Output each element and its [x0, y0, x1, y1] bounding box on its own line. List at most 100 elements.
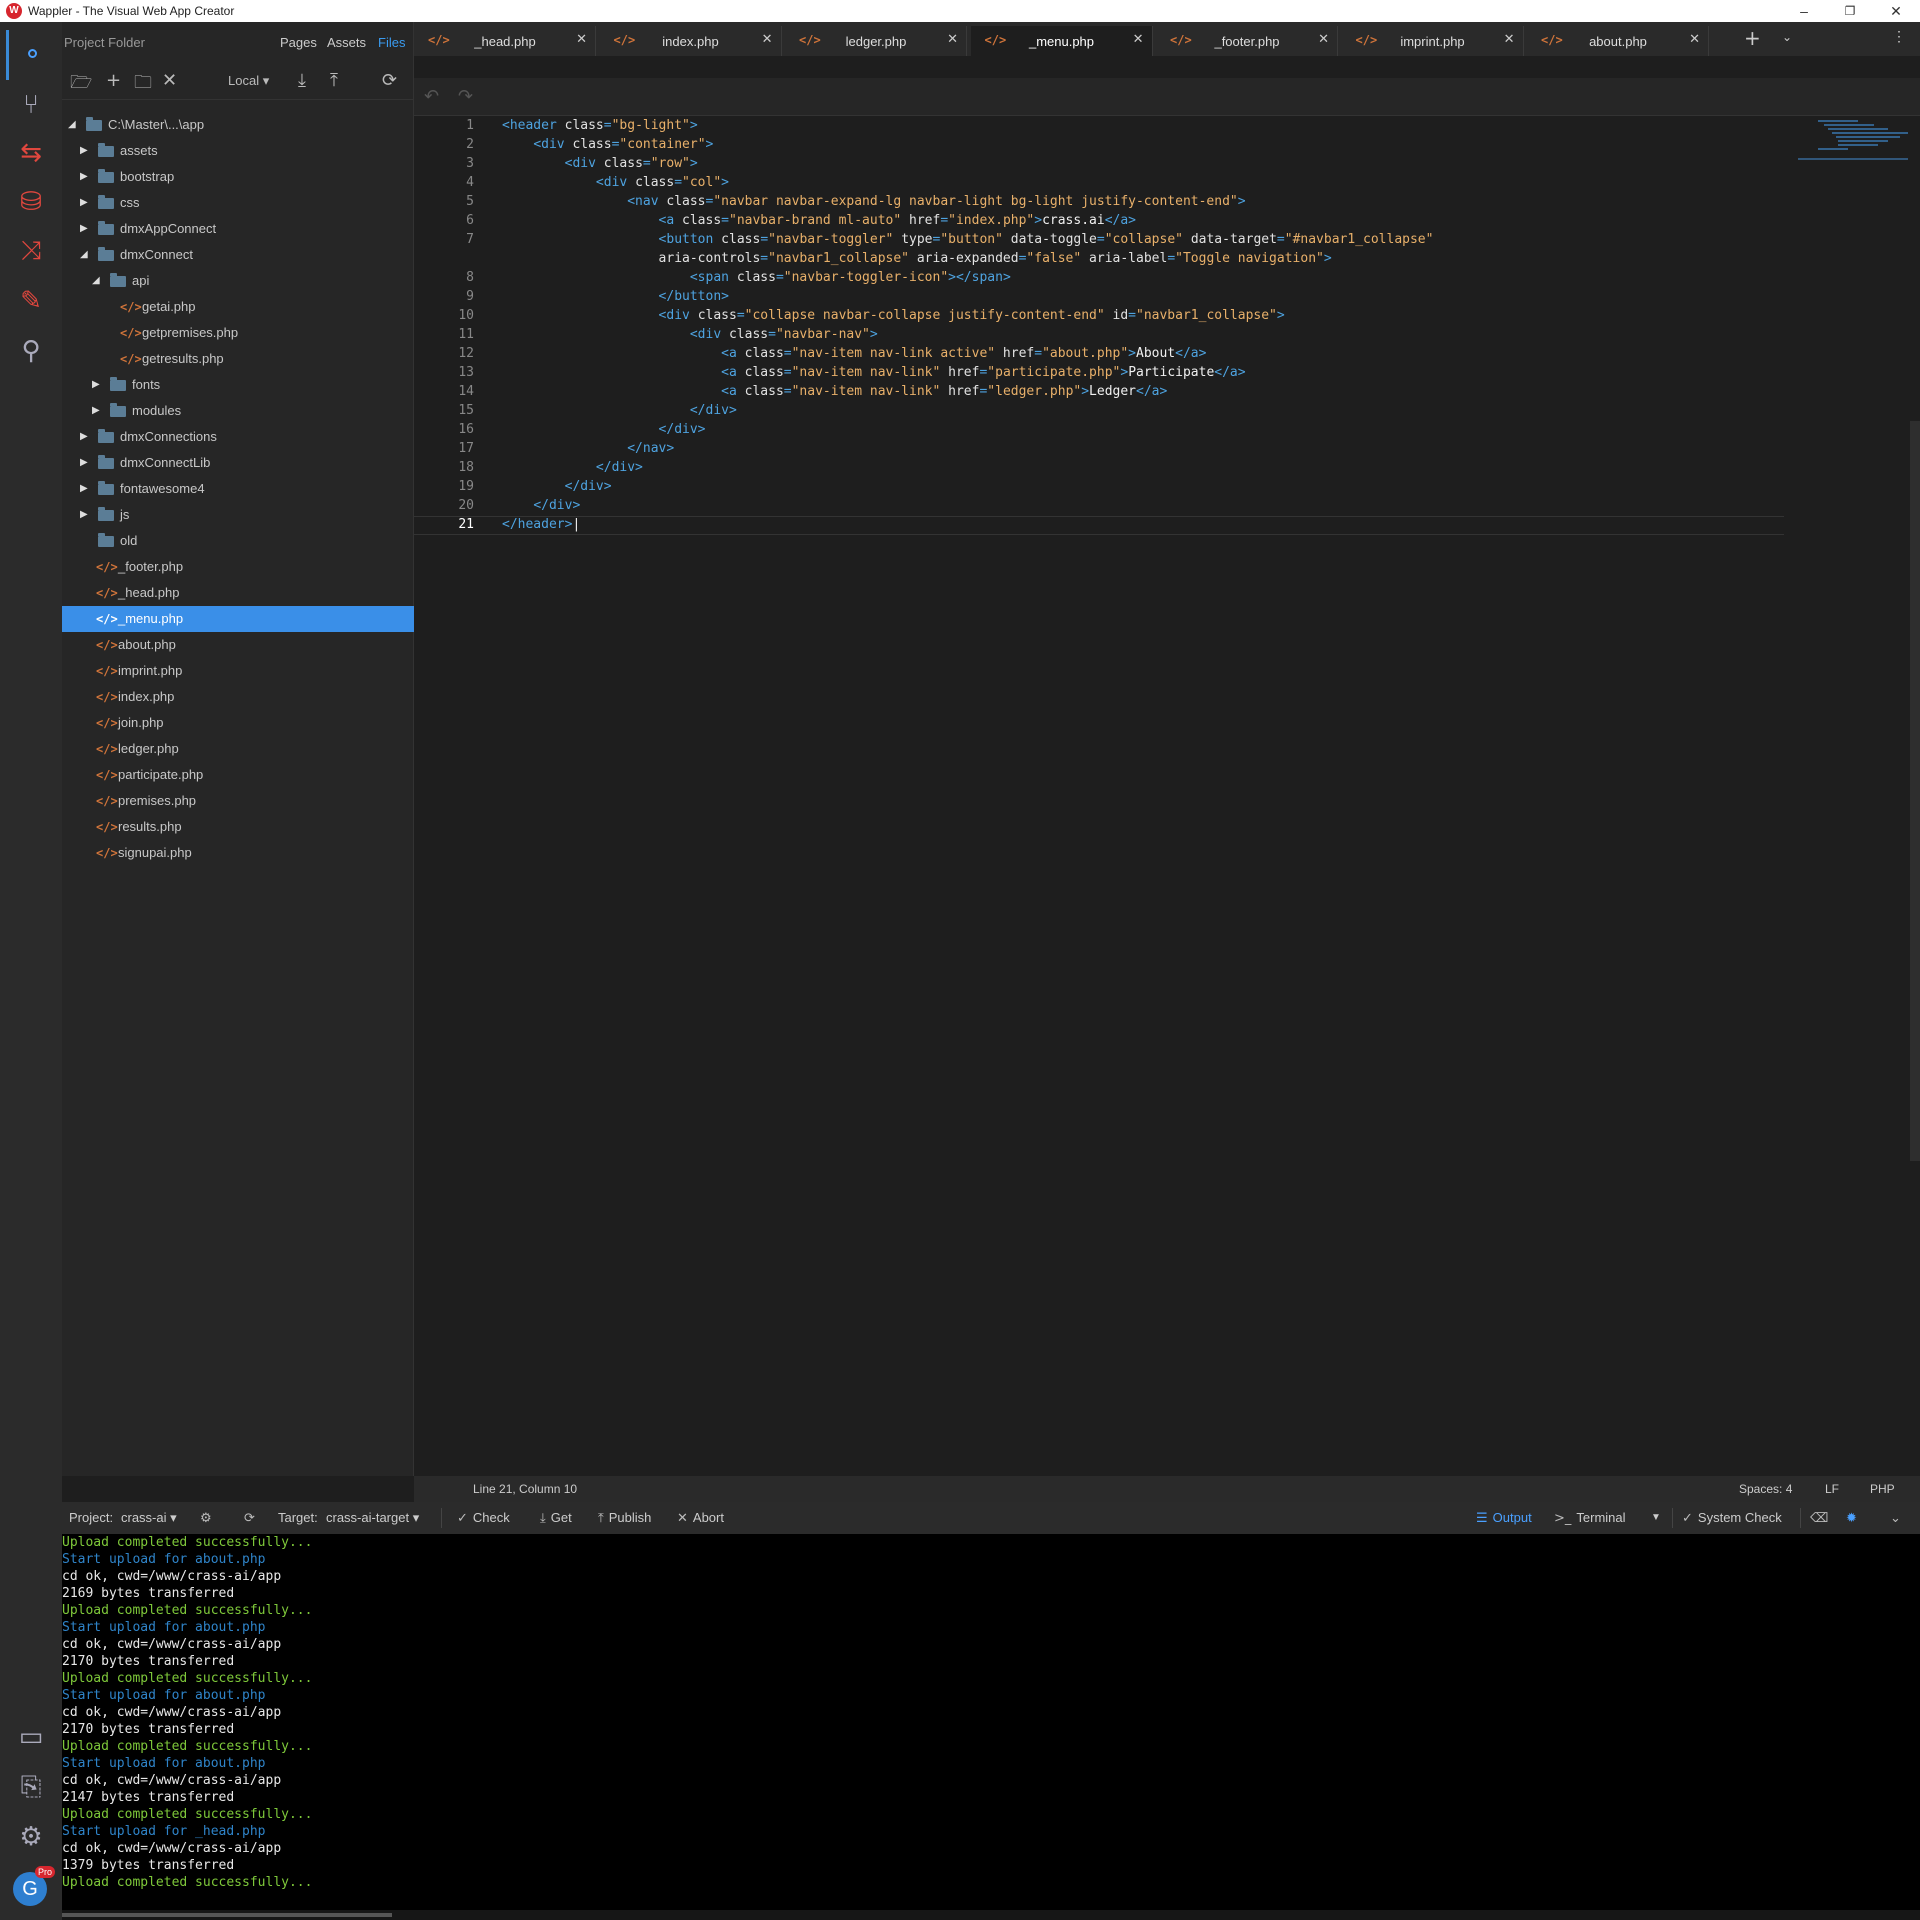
caret-right-icon[interactable]: ▶	[80, 164, 92, 190]
close-tab-icon[interactable]: ✕	[1318, 32, 1329, 47]
folder-item[interactable]: ▶ fonts	[62, 372, 414, 398]
check-button[interactable]: ✓ Check	[457, 1502, 510, 1535]
git-icon[interactable]: ⑂	[6, 80, 56, 130]
language-mode[interactable]: PHP	[1870, 1476, 1895, 1502]
more-icon[interactable]: ⋮	[1892, 28, 1906, 45]
project-settings-gear-icon[interactable]: ⚙	[200, 1502, 217, 1535]
vertical-scrollbar[interactable]	[1910, 421, 1920, 1161]
caret-right-icon[interactable]: ▶	[80, 190, 92, 216]
folder-item[interactable]: ▶ js	[62, 502, 414, 528]
editor-tab[interactable]: </> _footer.php ✕	[1156, 26, 1338, 56]
caret-right-icon[interactable]: ▶	[92, 398, 104, 424]
editor-tab[interactable]: </> index.php ✕	[600, 26, 782, 56]
indent-setting[interactable]: Spaces: 4	[1739, 1476, 1792, 1502]
file-item[interactable]: </> getpremises.php	[62, 320, 414, 346]
delete-icon[interactable]: ✕	[162, 70, 177, 91]
abort-button[interactable]: ✕ Abort	[677, 1502, 724, 1535]
tab-assets[interactable]: Assets	[327, 35, 366, 50]
search-icon[interactable]: ⚲	[6, 326, 56, 376]
folder-item[interactable]: ◢ api	[62, 268, 414, 294]
project-select[interactable]: crass-ai ▾	[121, 1502, 177, 1534]
server-icon[interactable]: ▭	[6, 1712, 56, 1762]
close-tab-icon[interactable]: ✕	[1133, 32, 1144, 47]
folder-item[interactable]: ▶ modules	[62, 398, 414, 424]
output-tab[interactable]: ☰ Output	[1476, 1502, 1532, 1535]
structure-icon[interactable]: ⚬	[6, 30, 56, 80]
folder-item[interactable]: old	[62, 528, 414, 554]
upload-icon[interactable]: ⤒	[330, 70, 338, 91]
editor-tab[interactable]: </> about.php ✕	[1527, 26, 1709, 56]
caret-down-icon[interactable]: ◢	[68, 112, 80, 138]
close-window-icon[interactable]: ✕	[1873, 0, 1919, 22]
file-item[interactable]: </> join.php	[62, 710, 414, 736]
chevron-down-icon[interactable]: ⌄	[1782, 30, 1792, 44]
publish-button[interactable]: ⤒ Publish	[598, 1502, 651, 1535]
new-folder-icon[interactable]: 🗀	[134, 70, 152, 100]
download-icon[interactable]: ⤓	[298, 70, 306, 91]
redo-icon[interactable]: ↷	[458, 86, 473, 107]
settings-gear-icon[interactable]: ⚙	[6, 1812, 56, 1862]
refresh-icon[interactable]: ⟳	[382, 70, 397, 91]
folder-item[interactable]: ▶ fontawesome4	[62, 476, 414, 502]
file-item[interactable]: </> imprint.php	[62, 658, 414, 684]
folder-item[interactable]: ◢ dmxConnect	[62, 242, 414, 268]
file-item[interactable]: </> signupai.php	[62, 840, 414, 866]
editor-tab[interactable]: </> imprint.php ✕	[1342, 26, 1524, 56]
system-check-button[interactable]: ✓ System Check	[1682, 1502, 1782, 1535]
caret-right-icon[interactable]: ▶	[80, 476, 92, 502]
file-item[interactable]: </> _footer.php	[62, 554, 414, 580]
folder-item[interactable]: ▶ dmxConnections	[62, 424, 414, 450]
close-tab-icon[interactable]: ✕	[1504, 32, 1515, 47]
file-item[interactable]: </> _menu.php	[62, 606, 414, 632]
resources-icon[interactable]: ⎘	[6, 1762, 56, 1812]
target-select[interactable]: crass-ai-target ▾	[326, 1502, 419, 1534]
design-icon[interactable]: ✎	[6, 276, 56, 326]
editor-tab[interactable]: </> _menu.php ✕	[970, 26, 1153, 56]
file-item[interactable]: </> about.php	[62, 632, 414, 658]
close-tab-icon[interactable]: ✕	[1689, 32, 1700, 47]
undo-icon[interactable]: ↶	[424, 86, 439, 107]
terminal-dropdown-icon[interactable]: ▼	[1651, 1502, 1661, 1534]
editor-tab[interactable]: </> ledger.php ✕	[785, 26, 967, 56]
folder-item[interactable]: ▶ dmxConnectLib	[62, 450, 414, 476]
folder-item[interactable]: ▶ bootstrap	[62, 164, 414, 190]
folder-item[interactable]: ▶ css	[62, 190, 414, 216]
tab-pages[interactable]: Pages	[280, 35, 317, 50]
file-item[interactable]: </> _head.php	[62, 580, 414, 606]
routes-icon[interactable]: ⇆	[6, 128, 56, 178]
console-scrollbar[interactable]	[62, 1910, 1920, 1920]
folder-item[interactable]: ▶ dmxAppConnect	[62, 216, 414, 242]
editor-tab[interactable]: </> _head.php ✕	[414, 26, 596, 56]
code-lines[interactable]: <header class="bg-light"> <div class="co…	[502, 116, 1902, 534]
close-tab-icon[interactable]: ✕	[947, 32, 958, 47]
terminal-tab[interactable]: >_ Terminal	[1554, 1502, 1626, 1535]
debug-icon[interactable]: ✹	[1846, 1502, 1862, 1535]
close-tab-icon[interactable]: ✕	[762, 32, 773, 47]
share-icon[interactable]: ⤨	[6, 226, 56, 276]
open-folder-icon[interactable]: 🗁	[70, 70, 92, 100]
restore-icon[interactable]: ❐	[1827, 0, 1873, 22]
line-ending[interactable]: LF	[1825, 1476, 1839, 1502]
refresh-targets-icon[interactable]: ⟳	[244, 1502, 260, 1535]
collapse-chevron-icon[interactable]: ⌄	[1890, 1502, 1906, 1535]
file-item[interactable]: </> getresults.php	[62, 346, 414, 372]
new-file-icon[interactable]: +	[106, 70, 121, 91]
file-item[interactable]: </> getai.php	[62, 294, 414, 320]
file-item[interactable]: </> results.php	[62, 814, 414, 840]
tab-files[interactable]: Files	[378, 35, 405, 50]
close-tab-icon[interactable]: ✕	[576, 32, 587, 47]
get-button[interactable]: ⤓ Get	[540, 1502, 572, 1535]
location-select[interactable]: Local ▾	[228, 73, 269, 89]
caret-right-icon[interactable]: ▶	[80, 138, 92, 164]
file-item[interactable]: </> premises.php	[62, 788, 414, 814]
caret-right-icon[interactable]: ▶	[80, 450, 92, 476]
minimap[interactable]	[1798, 118, 1908, 164]
database-icon[interactable]: ⛁	[6, 177, 56, 227]
eraser-icon[interactable]: ⌫	[1810, 1502, 1833, 1535]
caret-right-icon[interactable]: ▶	[80, 216, 92, 242]
file-item[interactable]: </> ledger.php	[62, 736, 414, 762]
file-item[interactable]: </> participate.php	[62, 762, 414, 788]
minimize-icon[interactable]: –	[1781, 0, 1827, 22]
caret-right-icon[interactable]: ▶	[80, 424, 92, 450]
new-tab-icon[interactable]: +	[1744, 26, 1761, 50]
